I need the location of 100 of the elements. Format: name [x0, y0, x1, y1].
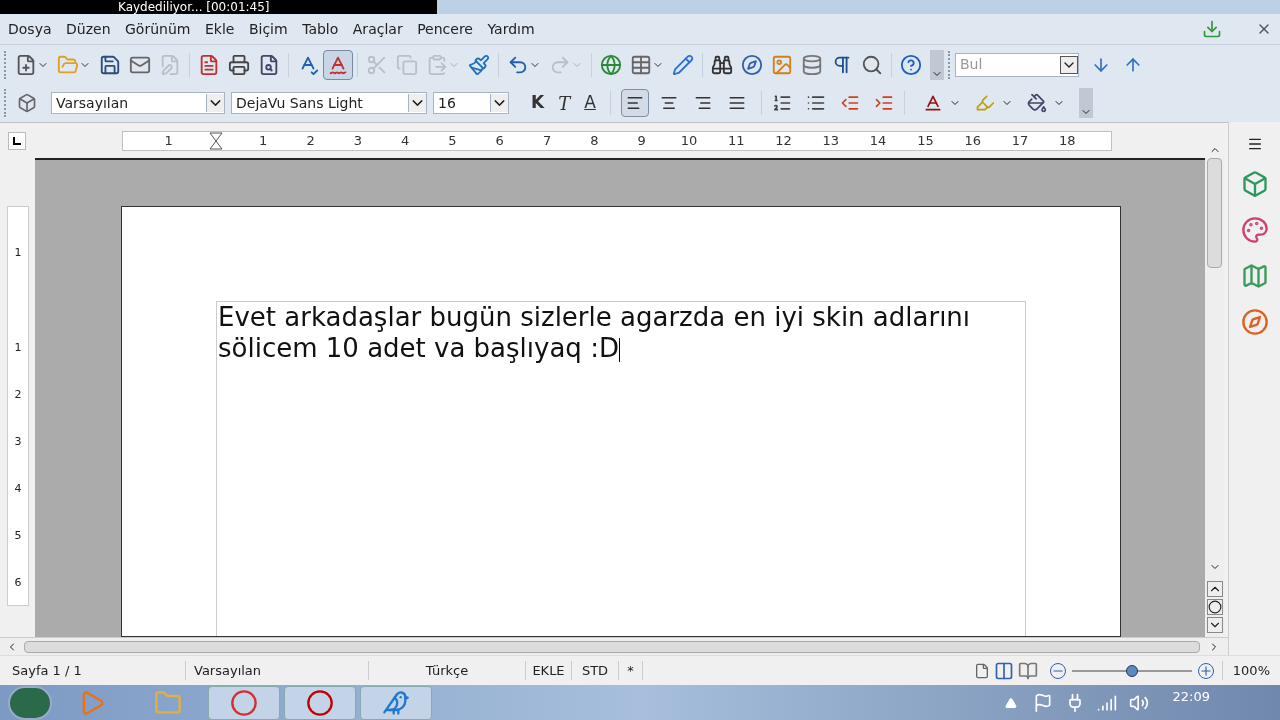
paintbrush-icon — [468, 53, 490, 76]
italic-button[interactable]: T — [554, 89, 575, 117]
taskbar-app[interactable] — [208, 685, 280, 720]
ruler-number: 8 — [590, 131, 599, 150]
align-button[interactable] — [620, 89, 649, 117]
single-page-icon[interactable] — [974, 662, 990, 679]
table-icon — [630, 53, 652, 76]
compass-icon[interactable] — [1240, 308, 1269, 336]
tray-expand-icon[interactable] — [1004, 696, 1017, 709]
menu-item[interactable]: Araçlar — [352, 18, 403, 40]
text-area[interactable]: Evet arkadaşlar bugün sizlerle agarzda en iyi skin adlarını sölicem 10 adet va başlıyaq :D — [216, 301, 1026, 636]
ruler-number: 16 — [964, 131, 981, 150]
cube-icon[interactable] — [1240, 170, 1269, 198]
menu-item[interactable]: Ekle — [204, 18, 235, 40]
selection-mode: STD — [572, 660, 619, 681]
ruler-number: 5 — [14, 528, 22, 544]
palette-icon[interactable] — [1240, 216, 1269, 244]
ruler-number: 12 — [775, 131, 792, 150]
map-icon[interactable] — [1240, 262, 1269, 290]
binoculars-icon — [711, 53, 733, 76]
align-center-icon — [659, 94, 678, 112]
start-button[interactable] — [8, 685, 52, 720]
toolbar-overflow-button[interactable] — [1078, 88, 1093, 118]
cut-icon — [366, 53, 388, 76]
taskbar-app[interactable] — [284, 685, 356, 720]
insert-mode: EKLE — [526, 660, 572, 681]
indent-marker-icon[interactable] — [208, 131, 223, 150]
navigate-icon[interactable] — [1206, 599, 1223, 615]
pencil-icon — [672, 53, 694, 76]
find-field[interactable]: Bul — [955, 52, 1079, 77]
previous-page-icon[interactable] — [1206, 581, 1223, 597]
gallery-icon — [771, 53, 793, 76]
numbered-list-icon[interactable] — [771, 93, 792, 113]
ruler-number: 18 — [1059, 131, 1076, 150]
menu-item[interactable]: Görünüm — [125, 18, 191, 40]
menu-item[interactable]: Biçim — [248, 18, 288, 40]
find-input[interactable]: Bul — [956, 54, 1060, 75]
ruler-number: 1 — [14, 245, 22, 261]
menu-item[interactable]: Dosya — [8, 18, 52, 40]
printer-icon — [228, 53, 250, 76]
ruler-number: 2 — [306, 131, 315, 150]
ruler-number: 4 — [14, 481, 22, 497]
align-left-icon — [625, 94, 644, 112]
ruler-number: 17 — [1011, 131, 1029, 150]
ruler-number: 5 — [448, 131, 457, 150]
dropdown-icon — [490, 94, 508, 112]
two-page-icon[interactable] — [994, 660, 1014, 681]
copy-icon — [396, 53, 418, 76]
menu-icon[interactable] — [1246, 136, 1263, 152]
font-size-dropdown[interactable]: 16 — [433, 92, 509, 114]
book-view-icon[interactable] — [1018, 660, 1038, 681]
folder-icon — [154, 688, 182, 717]
ruler-number: 6 — [14, 575, 22, 591]
page-style: Varsayılan — [186, 660, 369, 681]
download-icon[interactable] — [1201, 19, 1222, 39]
underline-button[interactable]: A — [580, 90, 600, 116]
language: Türkçe — [369, 660, 526, 681]
highlighter-icon[interactable] — [974, 93, 995, 113]
page-count: Sayfa 1 / 1 — [0, 660, 186, 681]
bold-button[interactable]: K — [527, 90, 549, 116]
next-page-icon[interactable] — [1206, 617, 1223, 633]
menu-item[interactable]: Pencere — [417, 18, 473, 40]
volume-icon[interactable] — [1128, 692, 1149, 713]
ruler-number: 10 — [680, 131, 698, 150]
ruler-number: 14 — [869, 131, 887, 150]
zoom-slider-thumb[interactable] — [1126, 664, 1138, 677]
menu-item[interactable]: Yardım — [487, 18, 535, 40]
paragraph-style-dropdown[interactable]: Varsayılan — [51, 92, 225, 114]
ruler-number: 6 — [495, 131, 504, 150]
globe-icon — [600, 53, 622, 76]
compass-icon — [741, 53, 763, 76]
taskbar-app[interactable] — [360, 685, 432, 720]
menu-item[interactable]: Düzen — [66, 18, 111, 40]
bullet-list-icon[interactable] — [805, 93, 826, 113]
paint-bucket-icon[interactable] — [1026, 93, 1047, 113]
tab-stop-button[interactable] — [8, 131, 26, 150]
ruler-number: 15 — [917, 131, 934, 150]
justify-icon — [727, 94, 746, 112]
ruler-number: 3 — [353, 131, 362, 150]
zoom-slider[interactable] — [1072, 663, 1192, 678]
recording-status: Kaydediliyor... [00:01:45] — [118, 0, 270, 14]
decrease-indent-icon[interactable] — [839, 93, 860, 113]
dropdown-icon — [206, 94, 224, 112]
folder-icon — [57, 53, 79, 76]
ruler-number: 1 — [164, 131, 173, 150]
increase-indent-icon[interactable] — [873, 93, 894, 113]
font-name-dropdown[interactable]: DejaVu Sans Light — [231, 92, 427, 114]
toolbar-button[interactable] — [323, 49, 353, 80]
styles-icon[interactable] — [17, 93, 37, 113]
horizontal-scrollbar[interactable] — [0, 637, 1228, 655]
paste-icon — [426, 53, 448, 76]
toolbar-overflow-button[interactable] — [930, 49, 944, 80]
menu-item[interactable]: Tablo — [302, 18, 339, 40]
ruler-number: 1 — [14, 340, 22, 356]
new-document-icon — [15, 53, 37, 76]
save-icon — [99, 53, 121, 76]
zoom-icon — [861, 53, 883, 76]
tab-stop-icon — [13, 136, 21, 145]
print-preview-icon — [258, 53, 280, 76]
scroll-thumb[interactable] — [1207, 158, 1222, 268]
